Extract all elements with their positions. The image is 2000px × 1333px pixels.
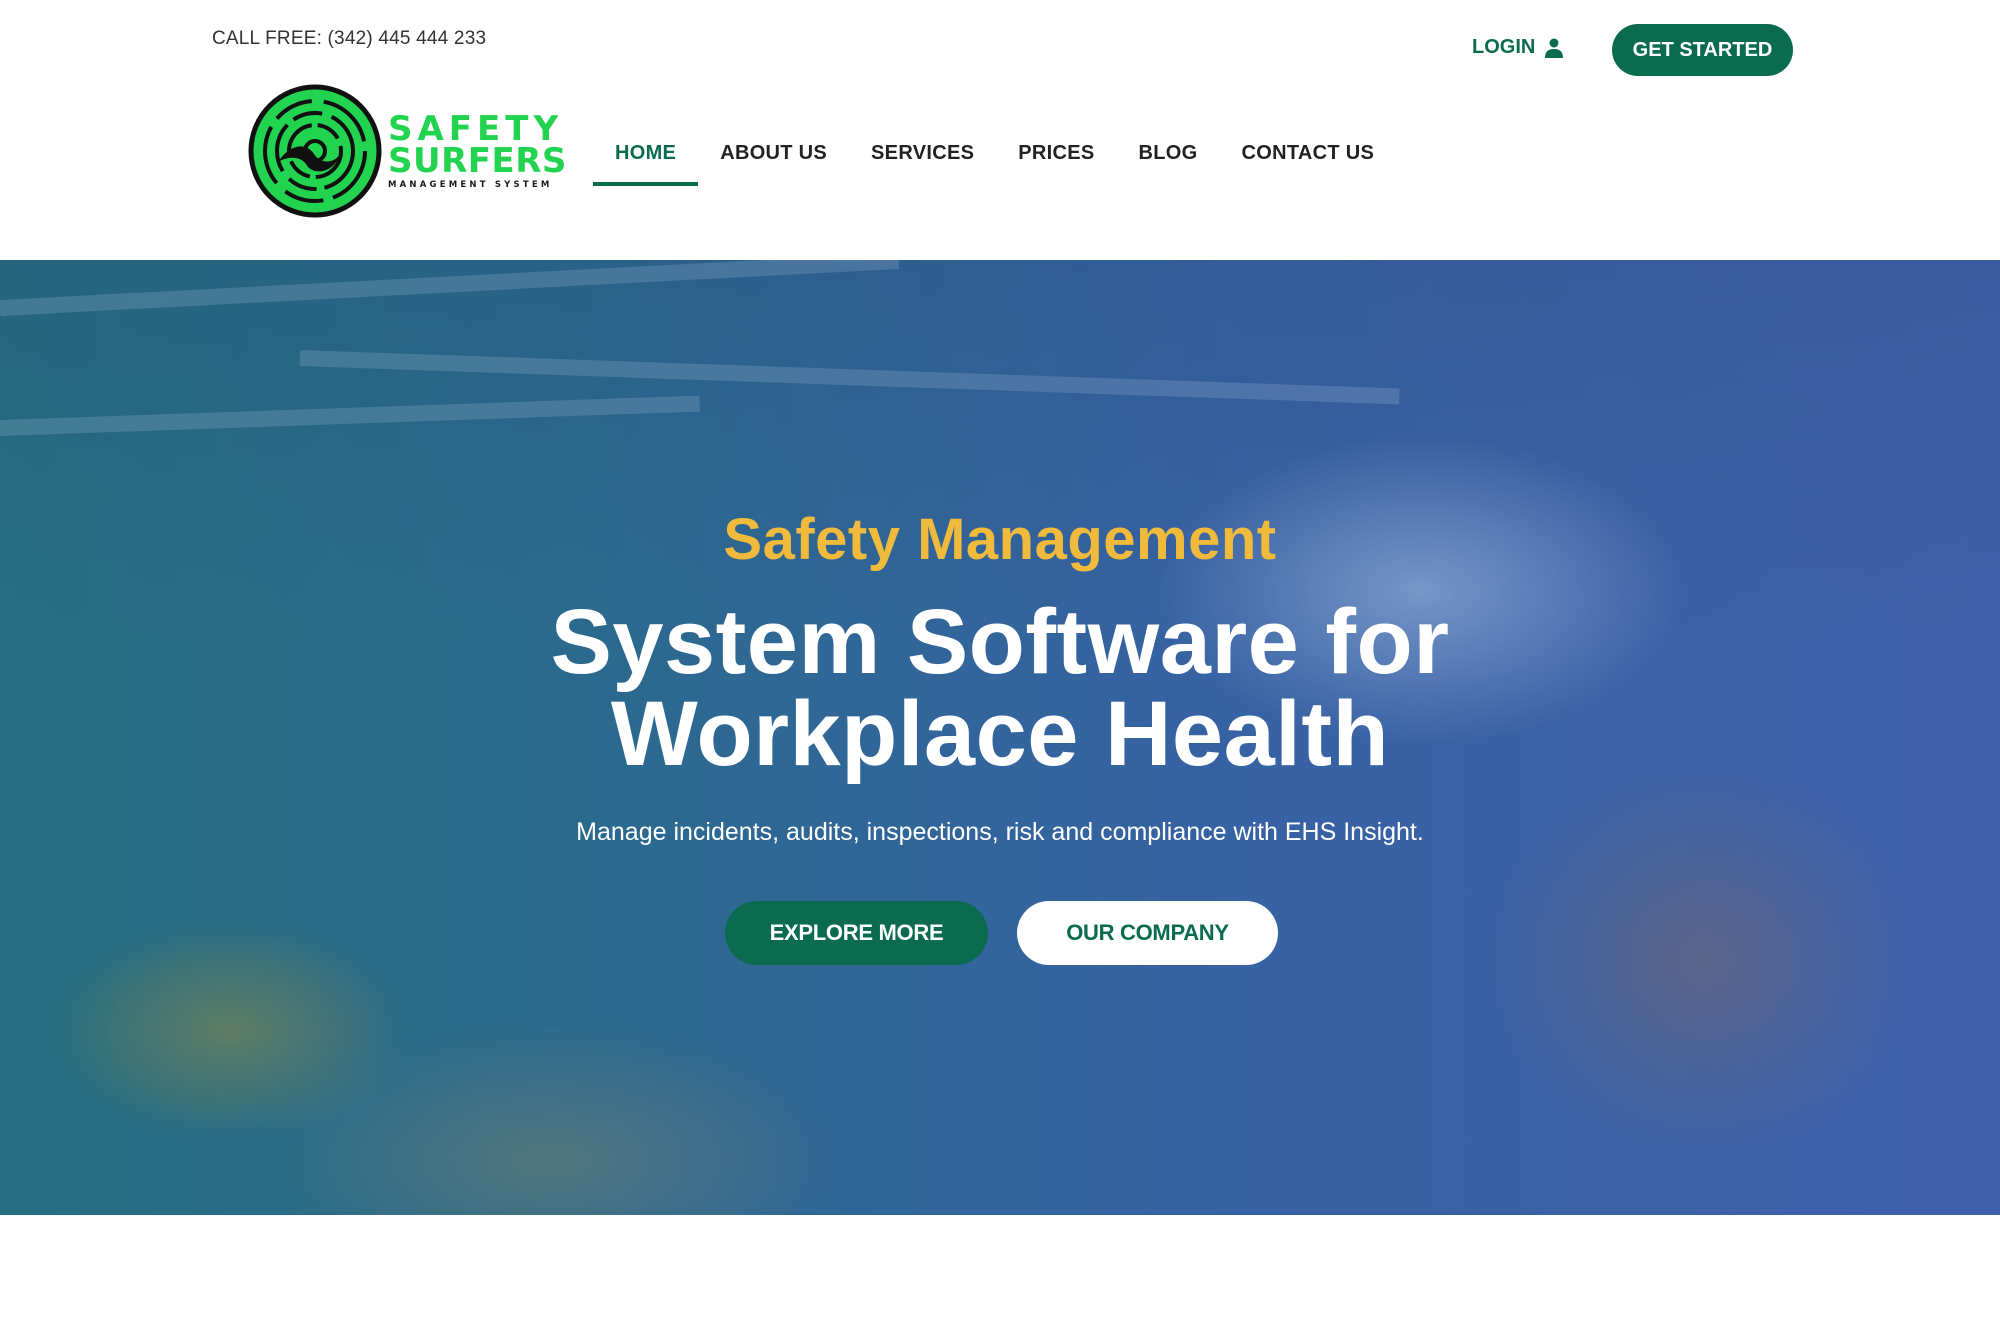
hero-title-line-1: System Software for <box>550 591 1450 693</box>
logo-tagline: MANAGEMENT SYSTEM <box>388 180 553 191</box>
nav-home[interactable]: HOME <box>593 136 699 186</box>
site-logo[interactable]: SAFETY SURFERS MANAGEMENT SYSTEM <box>248 84 566 218</box>
nav-prices[interactable]: PRICES <box>996 136 1116 186</box>
get-started-button[interactable]: GET STARTED <box>1612 24 1793 76</box>
hero-description: Manage incidents, audits, inspections, r… <box>576 818 1424 846</box>
nav-contact-us[interactable]: CONTACT US <box>1219 136 1396 186</box>
hero-subtitle: Safety Management <box>723 507 1277 572</box>
explore-more-button[interactable]: EXPLORE MORE <box>725 901 988 965</box>
nav-blog[interactable]: BLOG <box>1117 136 1220 186</box>
main-nav: HOME ABOUT US SERVICES PRICES BLOG CONTA… <box>593 136 1396 186</box>
hero-title-line-2: Workplace Health <box>610 683 1390 785</box>
logo-line-surfers: SURFERS <box>388 141 567 182</box>
nav-about-us[interactable]: ABOUT US <box>698 136 849 186</box>
login-label: LOGIN <box>1472 36 1536 58</box>
wave-circle-logo-icon <box>248 84 382 218</box>
call-free-phone: CALL FREE: (342) 445 444 233 <box>212 28 487 49</box>
nav-services[interactable]: SERVICES <box>849 136 996 186</box>
login-link[interactable]: LOGIN <box>1472 36 1564 59</box>
hero-banner: Safety Management System Software for Wo… <box>0 260 2000 1215</box>
user-icon <box>1545 38 1564 58</box>
hero-title: System Software for Workplace Health <box>0 596 2000 780</box>
our-company-button[interactable]: OUR COMPANY <box>1017 901 1278 965</box>
